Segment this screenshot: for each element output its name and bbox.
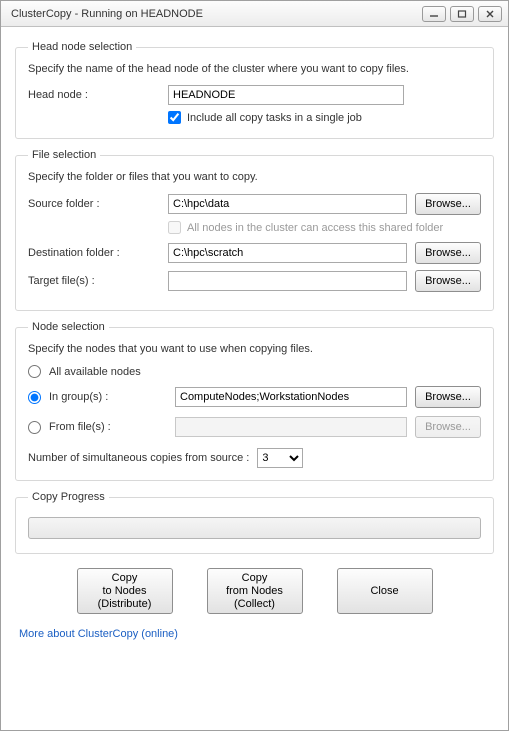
file-group: File selection Specify the folder or fil… xyxy=(15,149,494,311)
close-window-button[interactable]: Close xyxy=(337,568,433,614)
include-checkbox[interactable] xyxy=(168,111,181,124)
node-legend: Node selection xyxy=(28,321,109,333)
groups-label: In group(s) : xyxy=(49,391,175,403)
headnode-desc: Specify the name of the head node of the… xyxy=(28,63,481,75)
simul-select[interactable]: 3 xyxy=(257,448,303,468)
progress-bar xyxy=(28,517,481,539)
all-nodes-radio[interactable] xyxy=(28,365,41,378)
fromfile-label: From file(s) : xyxy=(49,421,175,433)
maximize-button[interactable] xyxy=(450,6,474,22)
dest-label: Destination folder : xyxy=(28,247,168,259)
minimize-button[interactable] xyxy=(422,6,446,22)
node-group: Node selection Specify the nodes that yo… xyxy=(15,321,494,481)
footer-buttons: Copy to Nodes (Distribute) Copy from Nod… xyxy=(15,568,494,614)
titlebar: ClusterCopy - Running on HEADNODE xyxy=(1,1,508,27)
target-browse-button[interactable]: Browse... xyxy=(415,270,481,292)
window-title: ClusterCopy - Running on HEADNODE xyxy=(11,8,203,20)
dest-input[interactable] xyxy=(168,243,407,263)
target-label: Target file(s) : xyxy=(28,275,168,287)
fromfile-radio[interactable] xyxy=(28,421,41,434)
groups-browse-button[interactable]: Browse... xyxy=(415,386,481,408)
headnode-group: Head node selection Specify the name of … xyxy=(15,41,494,139)
groups-radio[interactable] xyxy=(28,391,41,404)
groups-input[interactable] xyxy=(175,387,407,407)
collect-button[interactable]: Copy from Nodes (Collect) xyxy=(207,568,303,614)
more-link[interactable]: More about ClusterCopy (online) xyxy=(19,628,178,640)
fromfile-input xyxy=(175,417,407,437)
include-label: Include all copy tasks in a single job xyxy=(187,112,362,124)
source-input[interactable] xyxy=(168,194,407,214)
window-buttons xyxy=(422,6,502,22)
progress-legend: Copy Progress xyxy=(28,491,109,503)
source-browse-button[interactable]: Browse... xyxy=(415,193,481,215)
shared-label: All nodes in the cluster can access this… xyxy=(187,222,443,234)
fromfile-browse-button: Browse... xyxy=(415,416,481,438)
file-desc: Specify the folder or files that you wan… xyxy=(28,171,481,183)
progress-group: Copy Progress xyxy=(15,491,494,554)
close-button[interactable] xyxy=(478,6,502,22)
shared-checkbox xyxy=(168,221,181,234)
simul-label: Number of simultaneous copies from sourc… xyxy=(28,452,249,464)
headnode-label: Head node : xyxy=(28,89,168,101)
node-desc: Specify the nodes that you want to use w… xyxy=(28,343,481,355)
all-nodes-label: All available nodes xyxy=(49,366,141,378)
target-input[interactable] xyxy=(168,271,407,291)
dest-browse-button[interactable]: Browse... xyxy=(415,242,481,264)
distribute-button[interactable]: Copy to Nodes (Distribute) xyxy=(77,568,173,614)
headnode-input[interactable] xyxy=(168,85,404,105)
source-label: Source folder : xyxy=(28,198,168,210)
headnode-legend: Head node selection xyxy=(28,41,136,53)
content: Head node selection Specify the name of … xyxy=(1,27,508,650)
file-legend: File selection xyxy=(28,149,100,161)
